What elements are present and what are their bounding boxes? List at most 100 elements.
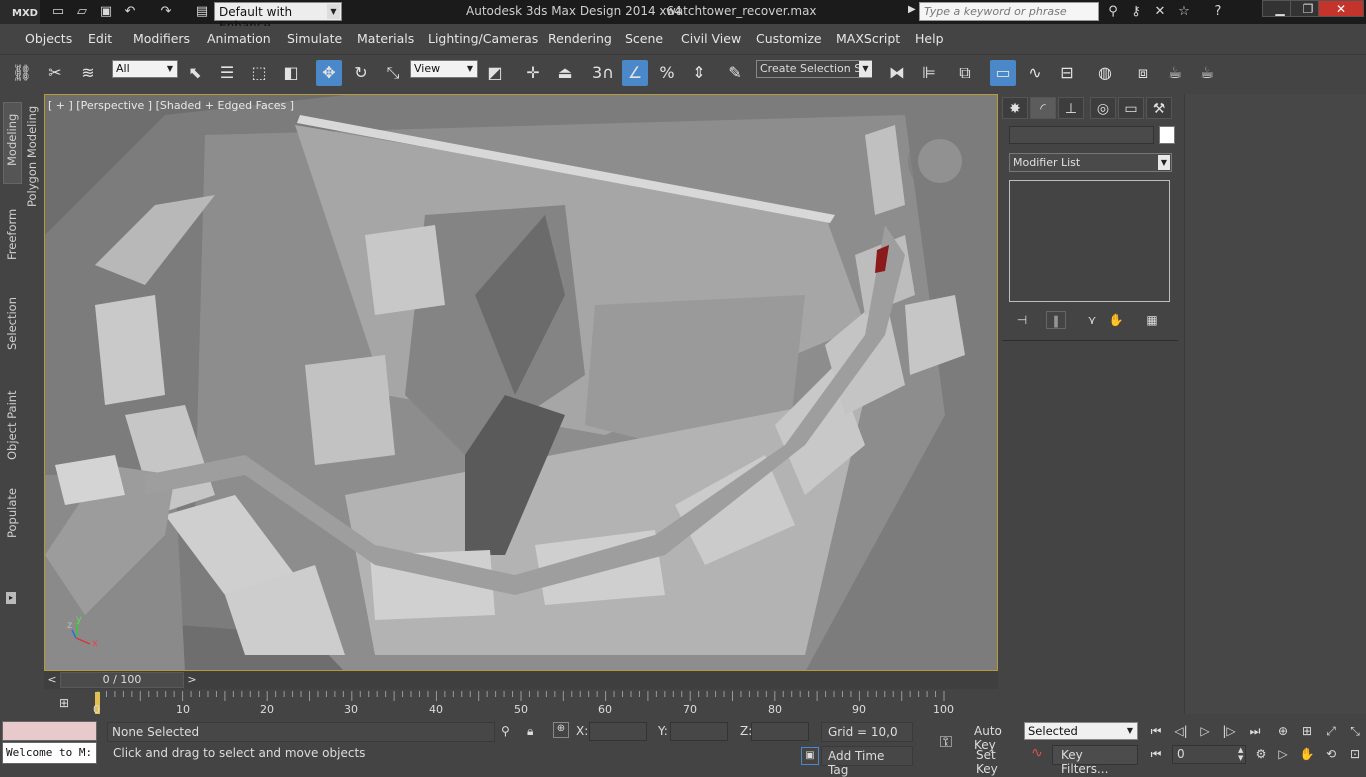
project-folder-icon[interactable]: ▤ bbox=[194, 4, 210, 20]
menu-edit[interactable]: Edit bbox=[88, 31, 112, 46]
ribbon-tab-object-paint[interactable]: Object Paint bbox=[5, 390, 19, 460]
auto-key-button[interactable]: Auto Key bbox=[972, 722, 1020, 752]
key-mode-toggle-icon[interactable]: ⏮ bbox=[1145, 744, 1167, 764]
undo-icon[interactable]: ↶ bbox=[122, 4, 138, 20]
menu-rendering[interactable]: Rendering bbox=[548, 31, 612, 46]
z-coordinate-field[interactable] bbox=[751, 722, 809, 741]
pan-view-icon[interactable]: ✋ bbox=[1296, 744, 1318, 764]
play-icon[interactable]: ▷ bbox=[1194, 721, 1216, 741]
zoom-icon[interactable]: ⊕ bbox=[1272, 721, 1294, 741]
menu-objects[interactable]: Objects bbox=[25, 31, 72, 46]
rendered-frame-window-icon[interactable]: ☕ bbox=[1162, 60, 1188, 86]
workspace-dropdown[interactable]: Default with Enhance ▼ bbox=[214, 2, 342, 33]
percent-snap-icon[interactable]: % bbox=[654, 60, 680, 86]
reference-coordinate-dropdown[interactable]: View ▼ bbox=[410, 60, 478, 78]
display-tab-icon[interactable]: ▭ bbox=[1118, 97, 1144, 119]
angle-snap-icon[interactable]: ∠ bbox=[622, 60, 648, 86]
selection-lock-icon[interactable]: 🔒︎ bbox=[527, 724, 533, 739]
time-tag-icon[interactable]: ▣ bbox=[801, 747, 819, 765]
menu-animation[interactable]: Animation bbox=[207, 31, 271, 46]
select-object-icon[interactable]: ⬉ bbox=[182, 60, 208, 86]
communication-icon[interactable]: ✕ bbox=[1152, 4, 1168, 20]
add-time-tag-button[interactable]: Add Time Tag bbox=[821, 746, 913, 777]
material-editor-icon[interactable]: ◍ bbox=[1092, 60, 1118, 86]
menu-simulate[interactable]: Simulate bbox=[287, 31, 342, 46]
x-coordinate-field[interactable] bbox=[589, 722, 647, 741]
save-file-icon[interactable]: ▣ bbox=[98, 4, 114, 20]
select-by-name-icon[interactable]: ☰ bbox=[214, 60, 240, 86]
next-frame-button-icon[interactable]: |▷ bbox=[1218, 721, 1240, 741]
edit-named-selection-icon[interactable]: ✎ bbox=[722, 60, 748, 86]
next-frame-icon[interactable]: > bbox=[184, 673, 200, 689]
ribbon-tab-freeform[interactable]: Freeform bbox=[5, 209, 19, 260]
go-to-start-icon[interactable]: ⏮ bbox=[1145, 721, 1167, 741]
menu-materials[interactable]: Materials bbox=[357, 31, 414, 46]
ribbon-expand-icon[interactable]: ▸ bbox=[6, 592, 16, 604]
select-and-scale-icon[interactable]: ⤡ bbox=[380, 60, 406, 86]
isolate-selection-icon[interactable]: ⚲ bbox=[501, 724, 510, 738]
favorites-star-icon[interactable]: ☆ bbox=[1176, 4, 1192, 20]
zoom-extents-icon[interactable]: ⤢ bbox=[1320, 721, 1342, 741]
maxscript-listener-input[interactable]: Welcome to M: bbox=[2, 742, 97, 764]
search-input[interactable]: Type a keyword or phrase bbox=[919, 2, 1099, 21]
field-of-view-icon[interactable]: ▷ bbox=[1272, 744, 1294, 764]
modify-tab-icon[interactable]: ◜ bbox=[1030, 97, 1056, 119]
close-button[interactable]: ✕ bbox=[1318, 0, 1364, 17]
previous-frame-icon[interactable]: < bbox=[44, 673, 60, 689]
align-icon[interactable]: ⊫ bbox=[916, 60, 942, 86]
select-and-move-icon[interactable]: ✥ bbox=[316, 60, 342, 86]
menu-maxscript[interactable]: MAXScript bbox=[836, 31, 900, 46]
make-unique-icon[interactable]: ⋎ bbox=[1082, 311, 1102, 329]
menu-scene[interactable]: Scene bbox=[625, 31, 663, 46]
ribbon-tab-selection[interactable]: Selection bbox=[5, 297, 19, 350]
open-file-icon[interactable]: ▱ bbox=[74, 4, 90, 20]
application-menu-logo[interactable]: MXD bbox=[0, 0, 40, 24]
ribbon-tab-populate[interactable]: Populate bbox=[5, 488, 19, 538]
render-production-icon[interactable]: ☕ bbox=[1194, 60, 1220, 86]
configure-modifier-sets-icon[interactable]: ▦ bbox=[1142, 311, 1162, 329]
perspective-viewport[interactable] bbox=[44, 94, 998, 671]
rectangular-selection-icon[interactable]: ⬚ bbox=[246, 60, 272, 86]
pivot-center-icon[interactable]: ◩ bbox=[482, 60, 508, 86]
previous-frame-button-icon[interactable]: ◁| bbox=[1170, 721, 1192, 741]
keyboard-shortcut-override-icon[interactable]: ⏏ bbox=[552, 60, 578, 86]
object-color-swatch[interactable] bbox=[1159, 126, 1175, 144]
render-setup-icon[interactable]: ⧈ bbox=[1130, 60, 1156, 86]
time-configuration-icon[interactable]: ⚙ bbox=[1250, 744, 1272, 764]
toggle-ribbon-icon[interactable]: ▭ bbox=[990, 60, 1016, 86]
object-name-field[interactable] bbox=[1009, 126, 1154, 144]
key-filters-button[interactable]: Key Filters... bbox=[1052, 745, 1138, 776]
named-selection-set-dropdown[interactable]: Create Selection Se bbox=[756, 60, 872, 78]
menu-customize[interactable]: Customize bbox=[756, 31, 822, 46]
link-icon[interactable]: ⛓ bbox=[9, 60, 35, 86]
y-coordinate-field[interactable] bbox=[670, 722, 728, 741]
motion-tab-icon[interactable]: ◎ bbox=[1090, 97, 1116, 119]
snaps-toggle-icon[interactable]: 3∩ bbox=[590, 60, 616, 86]
open-mini-curve-editor-icon[interactable]: ⊞ bbox=[54, 696, 74, 712]
chevron-down-icon[interactable]: ▼ bbox=[859, 61, 872, 77]
orbit-icon[interactable]: ⟲ bbox=[1320, 744, 1342, 764]
viewport-label[interactable]: [ + ] [Perspective ] [Shaded + Edged Fac… bbox=[48, 99, 294, 112]
utilities-tab-hammer-icon[interactable]: ⚒ bbox=[1146, 97, 1172, 119]
subscription-key-icon[interactable]: ⚷ bbox=[1128, 4, 1144, 20]
redo-icon[interactable]: ↷ bbox=[158, 4, 174, 20]
default-in-out-tangents-icon[interactable]: ∿ bbox=[1026, 745, 1048, 765]
zoom-all-icon[interactable]: ⤡ bbox=[1344, 721, 1366, 741]
go-to-end-icon[interactable]: ⏭ bbox=[1244, 721, 1266, 741]
zoom-extents-all-icon[interactable]: ⊞ bbox=[1296, 721, 1318, 741]
maximize-viewport-icon[interactable]: ⊡ bbox=[1344, 744, 1366, 764]
unlink-icon[interactable]: ✂ bbox=[42, 60, 68, 86]
layer-manager-icon[interactable]: ⧉ bbox=[952, 60, 978, 86]
menu-help[interactable]: Help bbox=[915, 31, 944, 46]
ribbon-tab-modeling[interactable]: Modeling bbox=[5, 114, 19, 166]
search-expand-icon[interactable]: ▶ bbox=[908, 4, 916, 15]
show-end-result-icon[interactable]: ∥ bbox=[1046, 311, 1066, 329]
absolute-relative-toggle-icon[interactable]: ⊕ bbox=[553, 722, 569, 738]
create-tab-sun-icon[interactable]: ✸ bbox=[1002, 97, 1028, 119]
key-mode-dropdown[interactable]: Selected ▼ bbox=[1024, 722, 1138, 740]
set-key-button[interactable]: Set Key bbox=[972, 746, 1020, 776]
curve-editor-icon[interactable]: ∿ bbox=[1022, 60, 1048, 86]
menu-lighting-cameras[interactable]: Lighting/Cameras bbox=[428, 31, 538, 46]
select-and-manipulate-icon[interactable]: ✛ bbox=[520, 60, 546, 86]
modifier-stack[interactable] bbox=[1009, 180, 1170, 302]
